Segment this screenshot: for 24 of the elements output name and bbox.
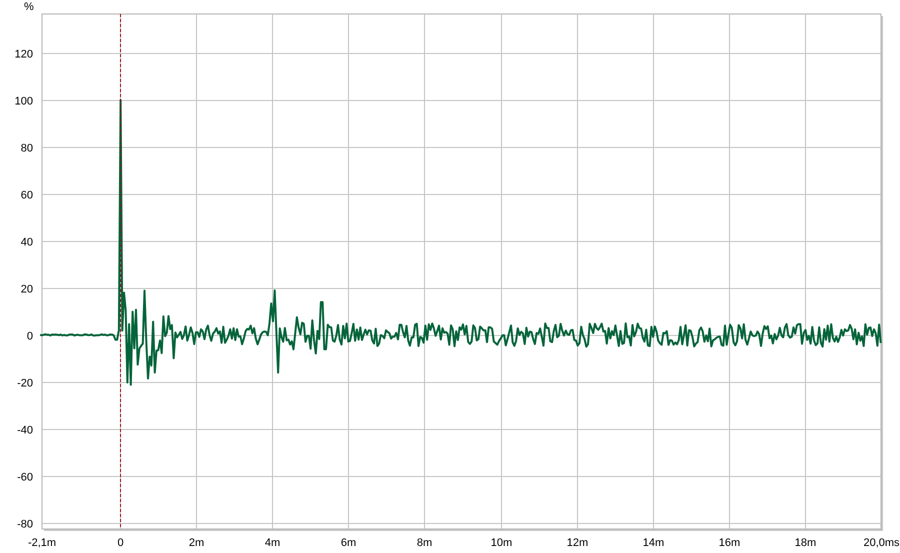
x-axis-label: 2m (188, 537, 204, 549)
y-axis-label: 40 (20, 236, 33, 248)
y-axis-label: 60 (20, 190, 33, 202)
y-axis-label: 120 (14, 48, 33, 60)
x-axis-label: 12m (566, 537, 588, 549)
y-axis-label: -20 (17, 378, 33, 390)
y-axis-label: 20 (20, 284, 33, 296)
y-axis-label: -40 (17, 424, 33, 436)
x-axis-label: 18m (794, 537, 816, 549)
x-axis-label: 8m (416, 537, 432, 549)
y-axis-label: -60 (17, 472, 33, 484)
x-axis-label: 6m (340, 537, 356, 549)
y-axis-label: 80 (20, 142, 33, 154)
y-axis-label: 0 (26, 330, 33, 342)
x-axis-label: 20,0ms (863, 537, 900, 549)
x-axis-label: 0 (117, 537, 124, 549)
x-axis-label: 10m (490, 537, 512, 549)
y-axis-label: -80 (17, 518, 33, 530)
y-axis-label: 100 (14, 96, 33, 108)
x-axis-label: 4m (264, 537, 280, 549)
x-axis-label: 16m (718, 537, 740, 549)
y-unit-label: % (24, 1, 34, 13)
x-axis-label: 14m (642, 537, 664, 549)
x-axis-label: -2,1m (28, 537, 56, 549)
